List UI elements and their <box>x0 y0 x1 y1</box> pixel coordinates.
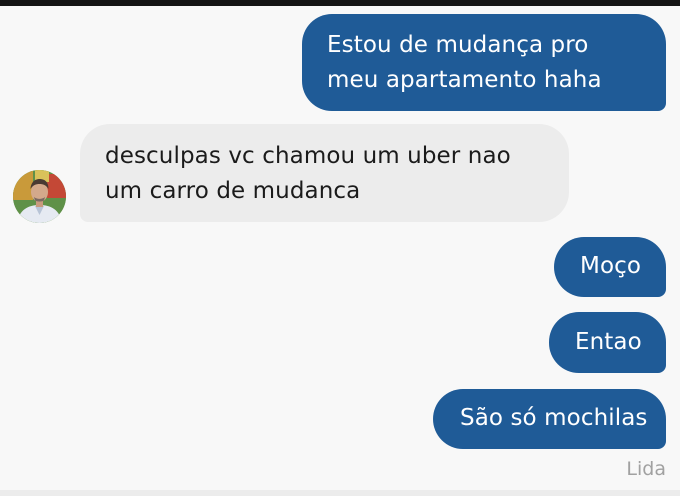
message-bubble-outgoing[interactable]: Estou de mudança pro meu apartamento hah… <box>302 14 666 111</box>
message-bubble-outgoing[interactable]: Entao <box>549 312 666 373</box>
person-photo-avatar-icon <box>13 170 66 223</box>
contact-avatar-icon[interactable] <box>13 170 66 223</box>
message-bubble-incoming[interactable]: desculpas vc chamou um uber nao um carro… <box>80 124 569 222</box>
message-bubble-outgoing[interactable]: Moço <box>554 237 666 297</box>
message-bubble-outgoing[interactable]: São só mochilas <box>433 389 666 449</box>
bottom-divider <box>0 490 680 496</box>
read-receipt: Lida <box>626 458 666 480</box>
status-bar-edge <box>0 0 680 6</box>
